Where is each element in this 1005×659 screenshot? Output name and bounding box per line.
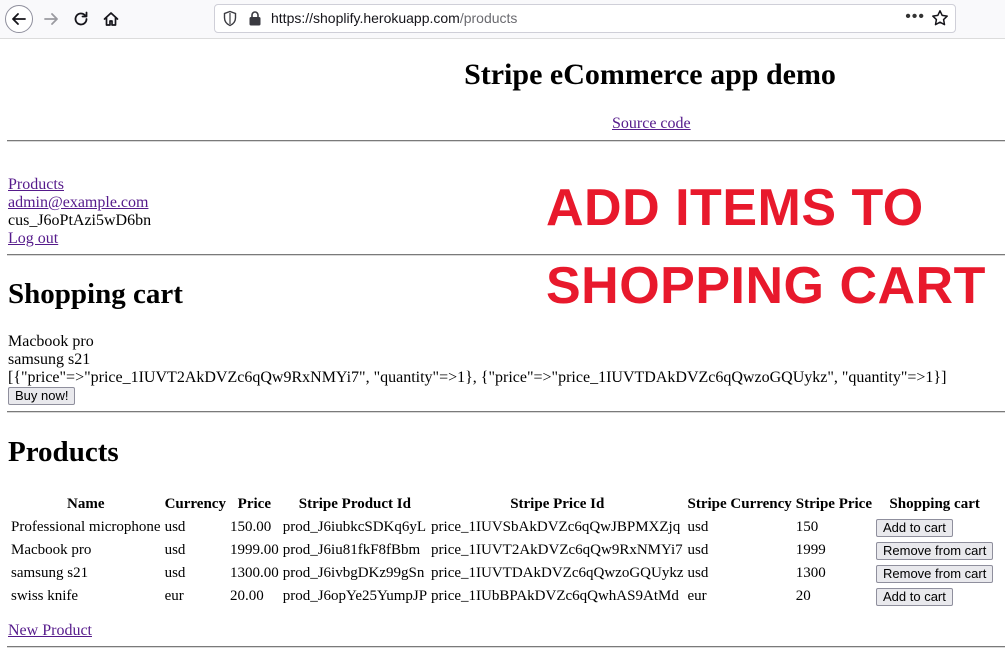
stripe-price-id: price_1IUVT2AkDVZc6qQw9RxNMYi7	[431, 542, 683, 558]
reload-button[interactable]	[67, 5, 95, 33]
page-actions-icon[interactable]: •••	[905, 8, 925, 26]
stripe-price-id: price_1IUVTDAkDVZc6qQwzoGQUykz	[431, 565, 684, 581]
product-currency: usd	[164, 519, 186, 535]
divider	[7, 254, 1005, 256]
product-name: samsung s21	[11, 565, 89, 581]
page-title: Stripe eCommerce app demo	[464, 58, 836, 91]
table-row: Professional microphone usd 150.00 prod_…	[10, 517, 994, 538]
cart-item: samsung s21	[8, 351, 91, 368]
source-code-link[interactable]: Source code	[612, 115, 691, 133]
table-row: Macbook pro usd 1999.00 prod_J6iu81fkF8f…	[10, 540, 994, 561]
divider	[7, 411, 1005, 413]
arrow-left-icon	[12, 13, 26, 25]
shield-icon[interactable]	[222, 10, 238, 27]
url-path: /products	[459, 10, 518, 26]
products-table: Name Currency Price Stripe Product Id St…	[8, 492, 996, 609]
cart-contents: Macbook pro samsung s21 [{"price"=>"pric…	[8, 333, 946, 387]
lock-icon[interactable]	[248, 10, 262, 27]
table-row: samsung s21 usd 1300.00 prod_J6ivbgDKz99…	[10, 563, 994, 584]
products-heading: Products	[8, 436, 119, 468]
arrow-right-icon	[44, 13, 58, 25]
column-header: Price	[237, 496, 271, 512]
forward-button[interactable]	[37, 5, 65, 33]
product-price: 20.00	[229, 588, 264, 604]
stripe-product-id: prod_J6opYe25YumpJP	[282, 588, 428, 604]
add-to-cart-button[interactable]: Add to cart	[876, 518, 953, 537]
stripe-price: 1999	[795, 542, 826, 558]
remove-from-cart-button[interactable]: Remove from cart	[876, 541, 994, 560]
product-currency: usd	[164, 565, 186, 581]
stripe-price: 1300	[795, 565, 826, 581]
product-name: Professional microphone	[11, 519, 161, 535]
product-price: 1300.00	[229, 565, 279, 581]
stripe-price: 20	[795, 588, 811, 604]
remove-from-cart-button[interactable]: Remove from cart	[876, 564, 994, 583]
back-button[interactable]	[5, 5, 33, 33]
logout-link[interactable]: Log out	[8, 230, 58, 247]
bookmark-star-icon[interactable]	[931, 9, 949, 27]
product-currency: usd	[164, 542, 186, 558]
stripe-currency: usd	[687, 519, 709, 535]
shopping-cart-heading: Shopping cart	[8, 278, 183, 310]
column-header: Stripe Price Id	[510, 496, 605, 512]
column-header: Name	[67, 496, 105, 512]
url-text[interactable]: https://shoplify.herokuapp.com/products	[271, 10, 517, 26]
home-icon	[103, 12, 119, 26]
column-header: Stripe Price	[795, 496, 872, 512]
cart-item: Macbook pro	[8, 333, 94, 350]
stripe-product-id: prod_J6ivbgDKz99gSn	[282, 565, 425, 581]
stripe-product-id: prod_J6iubkcSDKq6yL	[282, 519, 427, 535]
products-link[interactable]: Products	[8, 176, 64, 193]
divider	[7, 140, 1005, 142]
reload-icon	[74, 11, 88, 26]
product-price: 1999.00	[229, 542, 279, 558]
add-to-cart-button[interactable]: Add to cart	[876, 587, 953, 606]
product-currency: eur	[164, 588, 184, 604]
product-price: 150.00	[229, 519, 272, 535]
stripe-currency: usd	[687, 542, 709, 558]
column-header: Shopping cart	[889, 496, 980, 512]
table-header-row: Name Currency Price Stripe Product Id St…	[10, 494, 994, 515]
stripe-price: 150	[795, 519, 819, 535]
column-header: Stripe Currency	[687, 496, 792, 512]
overlay-caption-line1: ADD ITEMS TO	[546, 179, 924, 237]
buy-now-button[interactable]: Buy now!	[8, 387, 76, 405]
browser-toolbar: https://shoplify.herokuapp.com/products …	[0, 0, 1005, 39]
product-name: Macbook pro	[11, 542, 92, 558]
column-header: Currency	[164, 496, 226, 512]
divider	[7, 646, 1005, 648]
url-host: https://shoplify.herokuapp.com	[271, 10, 460, 26]
cart-line-items: [{"price"=>"price_1IUVT2AkDVZc6qQw9RxNMY…	[8, 369, 947, 386]
column-header: Stripe Product Id	[298, 496, 411, 512]
home-button[interactable]	[97, 5, 125, 33]
stripe-price-id: price_1IUbBPAkDVZc6qQwhAS9AtMd	[431, 588, 679, 604]
stripe-product-id: prod_J6iu81fkF8fBbm	[282, 542, 421, 558]
product-name: swiss knife	[11, 588, 79, 604]
address-bar[interactable]: https://shoplify.herokuapp.com/products …	[214, 4, 956, 33]
table-row: swiss knife eur 20.00 prod_J6opYe25YumpJ…	[10, 586, 994, 607]
customer-id: cus_J6oPtAzi5wD6bn	[8, 212, 152, 229]
overlay-caption-line2: SHOPPING CART	[546, 257, 986, 315]
stripe-currency: usd	[687, 565, 709, 581]
stripe-currency: eur	[687, 588, 707, 604]
email-link[interactable]: admin@example.com	[8, 194, 148, 211]
stripe-price-id: price_1IUVSbAkDVZc6qQwJBPMXZjq	[431, 519, 681, 535]
new-product-link[interactable]: New Product	[8, 622, 92, 640]
user-nav: Products admin@example.com cus_J6oPtAzi5…	[8, 176, 151, 248]
